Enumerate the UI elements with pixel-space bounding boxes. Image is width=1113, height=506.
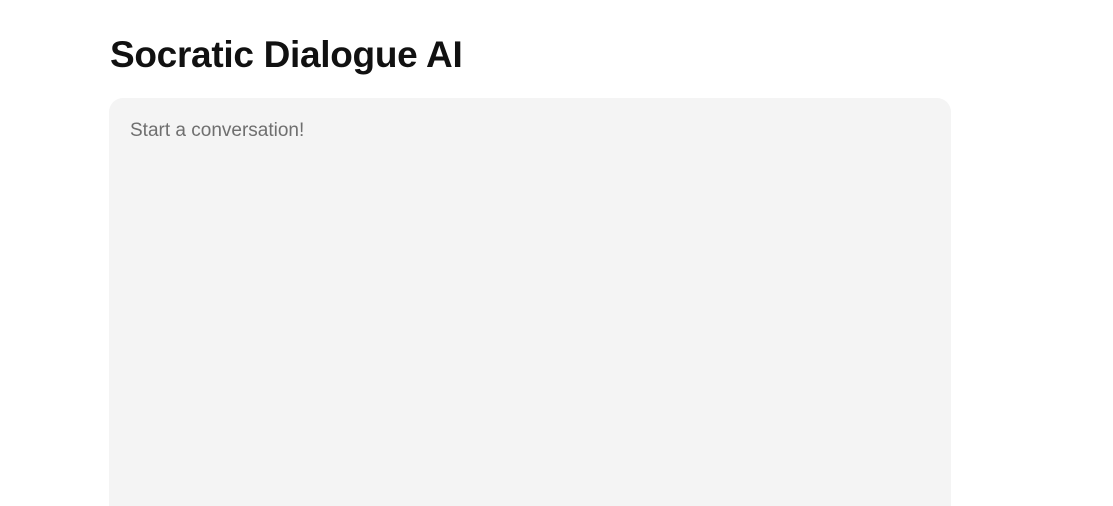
chat-messages-panel[interactable]: Start a conversation! [109, 98, 951, 506]
page-title: Socratic Dialogue AI [110, 34, 463, 75]
empty-chat-message: Start a conversation! [130, 120, 305, 141]
app-page: Socratic Dialogue AI Start a conversatio… [0, 0, 1113, 506]
